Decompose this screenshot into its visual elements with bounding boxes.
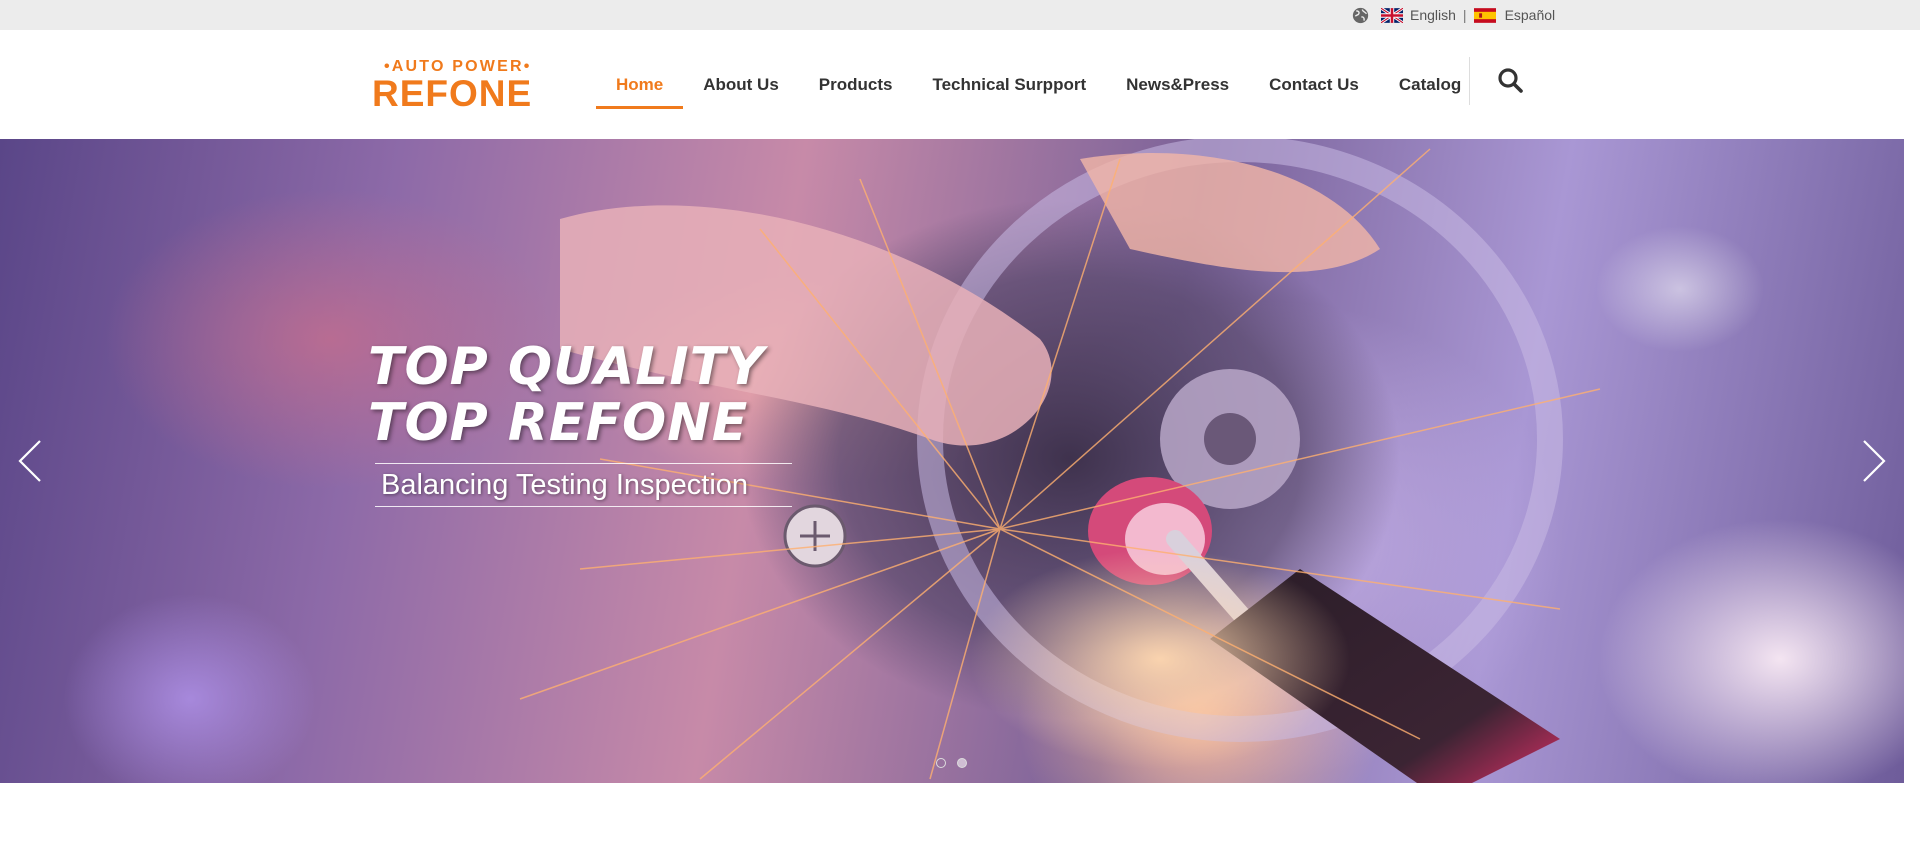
search-icon[interactable] <box>1496 66 1524 94</box>
main-navigation: Home About Us Products Technical Surppor… <box>596 30 1481 139</box>
nav-item-news-press[interactable]: News&Press <box>1106 30 1249 139</box>
hero-headline-line2: TOP REFONE <box>368 393 749 453</box>
nav-item-about-us[interactable]: About Us <box>683 30 799 139</box>
slider-dot-1[interactable] <box>936 758 946 768</box>
nav-item-products[interactable]: Products <box>799 30 913 139</box>
nav-item-home[interactable]: Home <box>596 30 684 139</box>
language-bar: English | Español <box>0 0 1920 30</box>
slider-dot-2[interactable] <box>957 758 967 768</box>
language-english-link[interactable]: English <box>1410 7 1456 23</box>
refone-logo[interactable]: •AUTO POWER• REFONE <box>372 58 546 114</box>
hero-headline: TOP QUALITY TOP REFONE <box>368 339 765 451</box>
nav-item-contact-us[interactable]: Contact Us <box>1249 30 1379 139</box>
language-switcher: English | Español <box>1352 0 1555 30</box>
spain-flag-icon <box>1473 7 1496 23</box>
language-separator: | <box>1462 7 1467 23</box>
slider-pagination <box>936 758 978 768</box>
hero-banner: TOP QUALITY TOP REFONE Balancing Testing… <box>0 139 1904 783</box>
globe-icon <box>1352 7 1369 23</box>
nav-item-technical-support[interactable]: Technical Surpport <box>912 30 1106 139</box>
nav-item-catalog[interactable]: Catalog <box>1379 30 1481 139</box>
nav-divider <box>1469 57 1470 105</box>
chevron-left-icon[interactable] <box>12 431 52 491</box>
hero-headline-line1: TOP QUALITY <box>368 337 765 397</box>
language-spanish-link[interactable]: Español <box>1505 7 1556 23</box>
logo-brand: REFONE <box>372 73 533 114</box>
hero-background-image <box>519 139 1601 783</box>
hero-subline: Balancing Testing Inspection <box>375 463 792 507</box>
chevron-right-icon[interactable] <box>1852 431 1892 491</box>
uk-flag-icon <box>1381 7 1403 23</box>
